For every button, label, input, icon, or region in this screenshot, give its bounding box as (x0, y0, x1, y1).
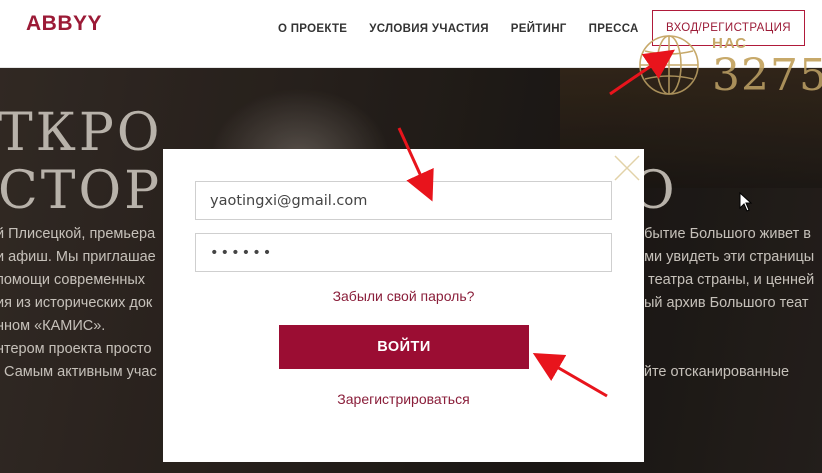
email-field[interactable] (195, 181, 612, 220)
forgot-password-link: Забыли свой пароль? (163, 288, 644, 304)
login-submit-button[interactable]: ВОЙТИ (279, 325, 529, 369)
forgot-password-text[interactable]: Забыли свой пароль? (333, 288, 475, 304)
close-icon[interactable] (613, 154, 641, 182)
abbyy-logo[interactable]: ABBYY (26, 12, 102, 36)
nav-item-rules[interactable]: УСЛОВИЯ УЧАСТИЯ (369, 22, 489, 36)
register-link: Зарегистрироваться (163, 391, 644, 407)
register-text[interactable]: Зарегистрироваться (337, 391, 469, 407)
nav-item-about[interactable]: О ПРОЕКТЕ (278, 22, 347, 36)
mouse-cursor-icon (739, 192, 753, 212)
nav-item-rating[interactable]: РЕЙТИНГ (511, 22, 567, 36)
password-field[interactable] (195, 233, 612, 272)
nav-item-press[interactable]: ПРЕССА (589, 22, 639, 36)
main-nav: О ПРОЕКТЕ УСЛОВИЯ УЧАСТИЯ РЕЙТИНГ ПРЕССА (278, 22, 661, 36)
